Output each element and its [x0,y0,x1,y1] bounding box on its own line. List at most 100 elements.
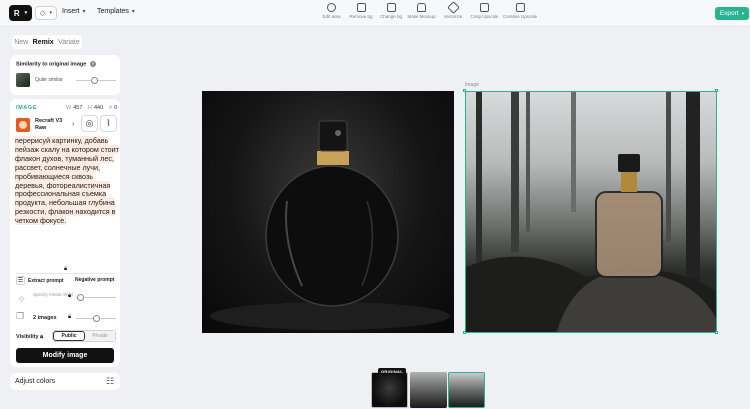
lasso-icon [327,3,336,12]
tool-label: Change bg [379,14,403,19]
image-tools: Edit area Remove bg Change bg Make Mocku… [318,1,539,19]
tool-edit-area[interactable]: Edit area [318,3,345,19]
visibility-label-text: Visibility [16,334,39,340]
adjust-colors-label: Adjust colors [15,378,56,385]
visibility-private-option[interactable]: Private [85,331,115,341]
remove-bg-icon [356,3,366,12]
original-image[interactable] [202,91,454,333]
visibility-label: Visibility 🔒︎ [16,334,43,341]
export-button[interactable]: Export ▾ [715,7,749,20]
history-thumbnail[interactable] [410,372,447,408]
sliders-icon[interactable]: ☷ [106,376,114,387]
count-key: # [109,105,113,111]
similarity-slider-knob[interactable] [90,77,98,84]
visibility-toggle[interactable]: Public Private [52,330,116,342]
resize-handle[interactable] [715,89,718,92]
extract-prompt-label: Extract prompt [28,277,64,284]
tool-crisp-upscale[interactable]: Crisp Upscale [468,3,501,19]
height-key: H [88,105,92,111]
resize-handle[interactable] [463,331,466,334]
similarity-title-text: Similarity to original image [16,61,87,68]
history-thumbnail-selected[interactable] [448,372,485,408]
resize-handle[interactable] [463,89,466,92]
mode-tabs: New Remix Variate [12,35,82,49]
chevron-down-icon: ▾ [24,10,28,16]
original-image-thumbnail [16,73,30,87]
resize-handle[interactable] [715,331,718,334]
chevron-down-icon: ▾ [82,9,86,15]
tool-label: Remove bg [349,14,373,19]
image-section-label: IMAGE [16,105,38,111]
lock-icon: 🔒︎ [68,293,72,299]
export-label: Export [719,10,739,17]
prompt-text[interactable]: перерисуй картинку, добавь пейзаж скалу … [15,136,119,226]
adjust-colors-card[interactable]: Adjust colors ☷ [10,373,120,390]
history-thumbnail-original[interactable] [371,372,408,408]
top-toolbar: R ▾ ◇ ▾ Insert ▾ Templates ▾ Edit area R… [0,0,750,27]
logo-menu-button[interactable]: R ▾ [9,5,32,21]
count-text: 0 [114,105,118,111]
artistic-slider-knob[interactable] [76,294,84,301]
tool-label: Edit area [322,14,341,19]
height-text: 440 [93,105,104,111]
tool-label: Crisp Upscale [470,14,499,19]
prompt-text-content: перерисуй картинку, добавь пейзаж скалу … [15,136,119,226]
images-count-icon: ❐ [16,311,25,321]
tab-variate[interactable]: Variate [58,39,80,46]
tab-new[interactable]: New [14,39,28,46]
chevron-down-icon: ▾ [131,9,135,15]
model-avatar[interactable] [16,118,30,132]
creative-upscale-icon [515,3,525,12]
selection-tool-button[interactable]: ◇ ▾ [35,6,57,20]
chevron-down-icon: ▾ [49,10,52,16]
logo-icon: R [13,8,20,18]
style-palette-button[interactable]: ◎ [81,115,98,132]
change-bg-icon [386,3,396,12]
negative-prompt-button[interactable]: Negative prompt [75,277,114,283]
tool-make-mockup[interactable]: Make Mockup [405,3,438,19]
tool-label: Vectorize [443,14,463,19]
count-value[interactable]: #0 [109,105,117,111]
tool-label: Make Mockup [407,14,436,19]
generated-image[interactable] [465,91,717,333]
width-key: W [66,105,72,111]
negative-prompt-label: Negative prompt [75,277,115,283]
insert-menu[interactable]: Insert ▾ [62,8,86,15]
help-icon[interactable]: ? [89,61,96,67]
insert-menu-label: Insert [62,8,80,15]
lock-icon: 🔒︎ [64,266,68,272]
modify-image-button[interactable]: Modify image [16,348,114,363]
model-name[interactable]: Recraft V3 Raw [35,118,71,132]
palette-icon: ◎ [85,118,94,128]
width-text: 457 [73,105,83,111]
tool-vectorize[interactable]: Vectorize [438,1,468,19]
similarity-title: Similarity to original image ? [16,61,96,67]
extract-icon: ☰ [16,276,25,285]
tool-change-bg[interactable]: Change bg [377,3,405,19]
vectorize-icon [446,1,460,14]
chevron-right-icon[interactable]: › [72,121,74,128]
mockup-icon [417,3,426,12]
lasso-select-icon: ◇ [40,10,46,17]
lock-icon: 🔒︎ [40,334,43,340]
sparkle-icon: ✧ [17,294,27,306]
attach-image-button[interactable]: ⌇ [100,115,117,132]
tool-remove-bg[interactable]: Remove bg [345,3,377,19]
templates-menu[interactable]: Templates ▾ [97,8,135,15]
perfume-bottle-illustration [210,120,450,330]
images-count-label: 2 images [33,315,57,321]
width-value[interactable]: W 457 [66,105,82,111]
height-value[interactable]: H 440 [88,105,103,111]
chevron-down-icon: ▾ [741,10,745,17]
forest-perfume-illustration [466,92,716,332]
images-slider-knob[interactable] [92,315,100,322]
canvas-selection-tag: Image [465,82,479,88]
lock-icon: 🔒︎ [68,314,72,320]
visibility-public-option[interactable]: Public [53,331,85,341]
divider [16,273,114,274]
similarity-value-label: Quite similar [35,77,63,83]
tool-creative-upscale[interactable]: Creative Upscale [501,3,539,19]
extract-prompt-button[interactable]: ☰ Extract prompt [16,276,64,285]
crisp-upscale-icon [480,3,489,12]
tab-remix[interactable]: Remix [33,39,54,46]
